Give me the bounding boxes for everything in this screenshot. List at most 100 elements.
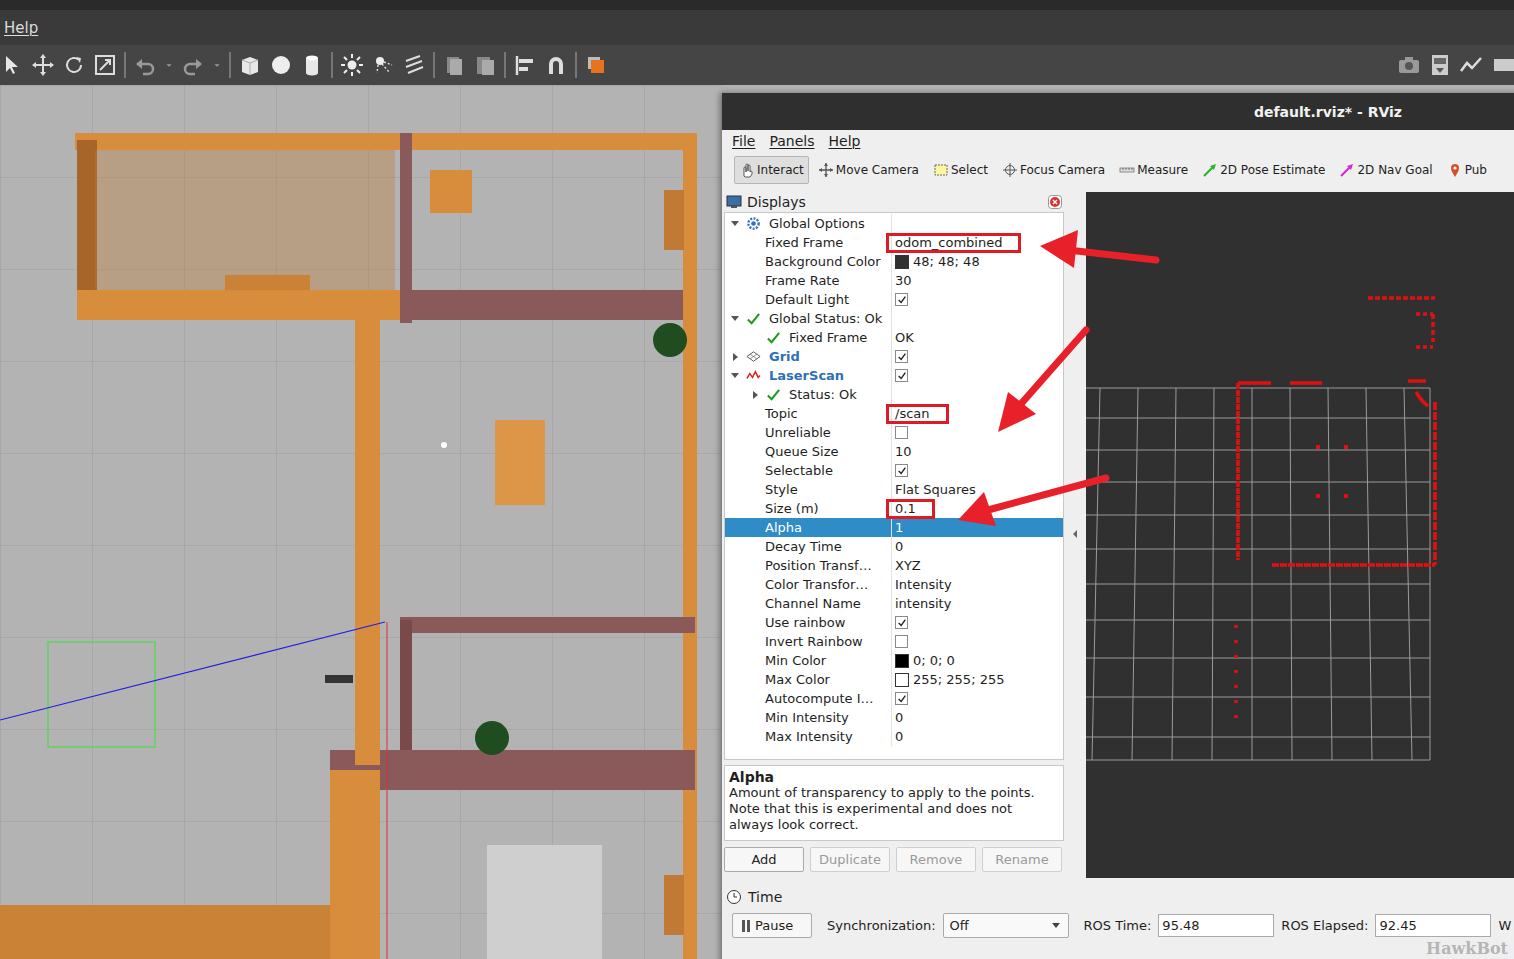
3d-view[interactable]	[1086, 192, 1514, 880]
spot-icon[interactable]	[371, 53, 395, 77]
undo-icon[interactable]	[133, 53, 157, 77]
property-value[interactable]: OK	[892, 328, 1063, 347]
tool-button[interactable]: Focus Camera	[997, 156, 1110, 184]
title-bar[interactable]: default.rviz* - RViz	[722, 93, 1514, 130]
property-value[interactable]: 0	[892, 727, 1063, 746]
pause-button[interactable]: Pause	[732, 913, 812, 938]
property-value[interactable]: 0	[892, 708, 1063, 727]
property-value[interactable]: /scan	[892, 404, 1063, 423]
property-value[interactable]: 10	[892, 442, 1063, 461]
ros-elapsed-field[interactable]: 92.45	[1375, 914, 1491, 937]
property-row[interactable]: Min Color 0; 0; 0	[725, 651, 1063, 670]
tool-button[interactable]: Pub	[1442, 156, 1492, 184]
property-value[interactable]	[892, 385, 1063, 404]
collapse-icon[interactable]	[1073, 530, 1077, 538]
expand-arrow-icon[interactable]	[753, 391, 758, 399]
property-value[interactable]	[892, 613, 1063, 632]
property-value[interactable]: 1	[892, 518, 1063, 537]
log-icon[interactable]	[1428, 53, 1452, 77]
property-value[interactable]: 48; 48; 48	[892, 252, 1063, 271]
select-icon[interactable]	[0, 53, 24, 77]
sphere-icon[interactable]	[269, 53, 293, 77]
property-value[interactable]: 0; 0; 0	[892, 651, 1063, 670]
property-value[interactable]: 30	[892, 271, 1063, 290]
property-value[interactable]	[892, 347, 1063, 366]
move-icon[interactable]	[31, 53, 55, 77]
property-row[interactable]: Autocompute I…	[725, 689, 1063, 708]
panel-button[interactable]: Rename	[982, 847, 1062, 872]
drop-icon[interactable]	[212, 53, 222, 77]
property-value[interactable]	[892, 632, 1063, 651]
property-row[interactable]: Background Color 48; 48; 48	[725, 252, 1063, 271]
property-row[interactable]: Min Intensity 0	[725, 708, 1063, 727]
panel-button[interactable]: Add	[724, 847, 804, 872]
property-row[interactable]: Use rainbow	[725, 613, 1063, 632]
checkbox[interactable]	[895, 616, 908, 629]
property-row[interactable]: Topic /scan	[725, 404, 1063, 423]
property-row[interactable]: Global Status: Ok	[725, 309, 1063, 328]
property-value[interactable]: 0	[892, 537, 1063, 556]
checkbox[interactable]	[895, 635, 908, 648]
property-value[interactable]: 0.1	[892, 499, 1063, 518]
color-swatch[interactable]	[895, 673, 909, 687]
panel-splitter[interactable]	[1064, 187, 1086, 880]
property-value[interactable]	[892, 689, 1063, 708]
property-row[interactable]: Fixed Frame odom_combined	[725, 233, 1063, 252]
property-value[interactable]: intensity	[892, 594, 1063, 613]
box-icon[interactable]	[238, 53, 262, 77]
color-swatch[interactable]	[895, 654, 909, 668]
sun-icon[interactable]	[340, 53, 364, 77]
tool-button[interactable]: 2D Pose Estimate	[1197, 156, 1330, 184]
sync-dropdown[interactable]: Off	[943, 913, 1069, 938]
redo-icon[interactable]	[181, 53, 205, 77]
chart-icon[interactable]	[1459, 53, 1483, 77]
magnet-icon[interactable]	[544, 53, 568, 77]
record-icon[interactable]	[1490, 53, 1514, 77]
property-value[interactable]: 255; 255; 255	[892, 670, 1063, 689]
panel-button[interactable]: Remove	[896, 847, 976, 872]
cyl-icon[interactable]	[300, 53, 324, 77]
camera-icon[interactable]	[1397, 53, 1421, 77]
property-row[interactable]: Channel Name intensity	[725, 594, 1063, 613]
property-row[interactable]: Size (m) 0.1	[725, 499, 1063, 518]
tool-button[interactable]: Move Camera	[813, 156, 924, 184]
property-value[interactable]	[892, 461, 1063, 480]
rotate-icon[interactable]	[62, 53, 86, 77]
property-row[interactable]: Position Transf… XYZ	[725, 556, 1063, 575]
collapse-arrow-icon[interactable]	[731, 221, 739, 226]
copy-icon[interactable]	[442, 53, 466, 77]
color-icon[interactable]	[584, 53, 608, 77]
menu-item[interactable]: Help	[4, 19, 38, 37]
property-row[interactable]: Fixed Frame OK	[725, 328, 1063, 347]
color-swatch[interactable]	[895, 255, 909, 269]
menu-item[interactable]: Help	[829, 133, 861, 149]
checkbox[interactable]	[895, 464, 908, 477]
dir-icon[interactable]	[402, 53, 426, 77]
expand-arrow-icon[interactable]	[733, 353, 738, 361]
close-icon[interactable]	[1048, 195, 1062, 209]
property-value[interactable]: Intensity	[892, 575, 1063, 594]
property-value[interactable]	[892, 423, 1063, 442]
property-row[interactable]: Status: Ok	[725, 385, 1063, 404]
property-row[interactable]: Invert Rainbow	[725, 632, 1063, 651]
panel-button[interactable]: Duplicate	[810, 847, 890, 872]
property-value[interactable]: XYZ	[892, 556, 1063, 575]
tool-button[interactable]: Measure	[1114, 156, 1193, 184]
property-row[interactable]: Color Transfor… Intensity	[725, 575, 1063, 594]
property-row[interactable]: Style Flat Squares	[725, 480, 1063, 499]
property-value[interactable]: Flat Squares	[892, 480, 1063, 499]
property-value[interactable]: odom_combined	[892, 233, 1063, 252]
scale-icon[interactable]	[93, 53, 117, 77]
property-row[interactable]: Global Options	[725, 214, 1063, 233]
property-row[interactable]: Max Intensity 0	[725, 727, 1063, 746]
collapse-arrow-icon[interactable]	[731, 373, 739, 378]
menu-item[interactable]: Panels	[769, 133, 814, 149]
property-row[interactable]: Selectable	[725, 461, 1063, 480]
property-row[interactable]: Default Light	[725, 290, 1063, 309]
property-value[interactable]	[892, 309, 1063, 328]
property-row[interactable]: LaserScan	[725, 366, 1063, 385]
property-row[interactable]: Unreliable	[725, 423, 1063, 442]
drop-icon[interactable]	[164, 53, 174, 77]
property-row[interactable]: Frame Rate 30	[725, 271, 1063, 290]
property-value[interactable]	[892, 290, 1063, 309]
